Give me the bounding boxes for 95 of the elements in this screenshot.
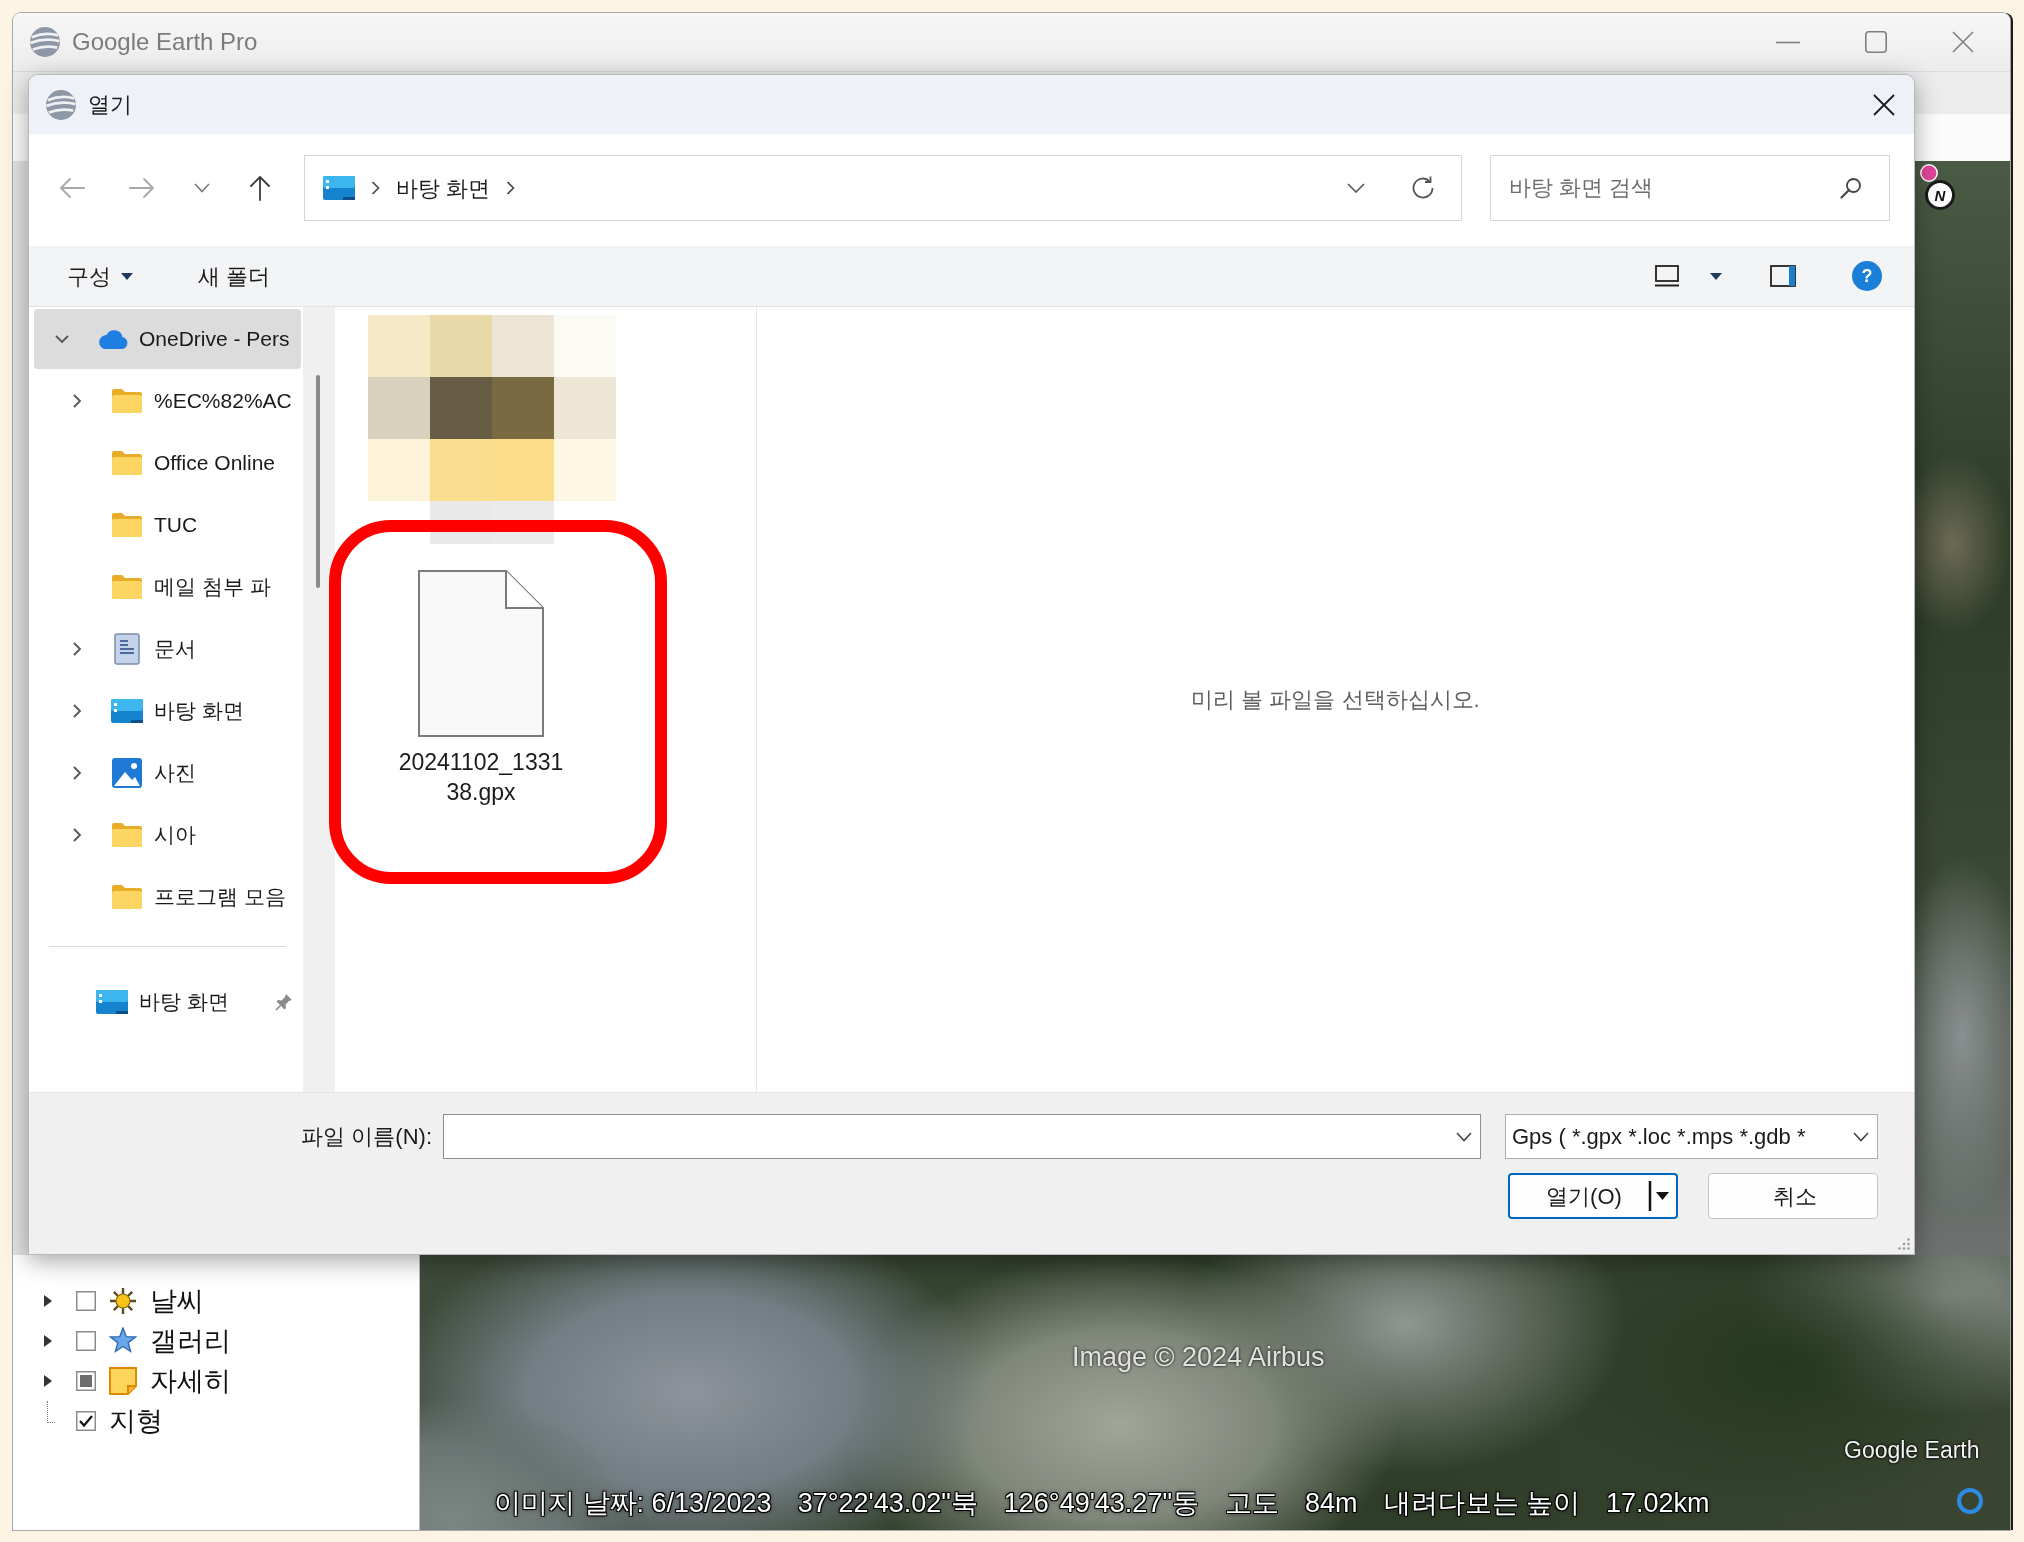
checkbox[interactable]: [76, 1331, 96, 1351]
nav-tree-item[interactable]: 시아: [34, 805, 301, 865]
nav-tree-item[interactable]: 메일 첨부 파: [34, 557, 301, 617]
chevron-right-icon[interactable]: [371, 180, 380, 196]
globe-icon: [46, 89, 76, 120]
logo-text: Google Earth: [1844, 1436, 1980, 1465]
preview-pane-icon[interactable]: [1770, 265, 1796, 287]
pin-icon[interactable]: [275, 993, 293, 1011]
satellite-map[interactable]: N: [1915, 161, 2010, 1255]
attribution-text: Image © 2024 Airbus: [1072, 1341, 1325, 1374]
cloud-icon: [96, 329, 128, 349]
nav-tree-item[interactable]: TUC: [34, 495, 301, 555]
nav-tree-item[interactable]: 문서: [34, 619, 301, 679]
document-icon: [114, 633, 140, 665]
chevron-down-icon[interactable]: [54, 334, 70, 344]
star-icon: [109, 1327, 137, 1355]
search-field[interactable]: 바탕 화면 검색: [1490, 155, 1890, 221]
chevron-right-icon[interactable]: [72, 641, 82, 657]
breadcrumb-item[interactable]: 바탕 화면: [396, 171, 491, 205]
folder-icon: [111, 822, 143, 848]
minimize-icon[interactable]: [1776, 40, 1800, 44]
desktop-icon: [96, 990, 128, 1014]
note-icon: [109, 1367, 137, 1395]
folder-icon: [111, 388, 143, 414]
nav-tree-item[interactable]: 프로그램 모음: [34, 867, 301, 927]
sun-icon: [109, 1287, 137, 1315]
nav-tree-item[interactable]: 바탕 화면: [34, 972, 301, 1032]
chevron-right-icon[interactable]: [72, 703, 82, 719]
ring-icon[interactable]: [1957, 1488, 1983, 1514]
status-text: 17.02km: [1606, 1487, 1710, 1520]
chevron-right-icon[interactable]: [72, 393, 82, 409]
expand-triangle-icon[interactable]: [44, 1295, 52, 1307]
chevron-right-icon[interactable]: [72, 827, 82, 843]
place-marker-icon: [1920, 164, 1938, 182]
status-text: 이미지 날짜: 6/13/2023: [494, 1487, 772, 1520]
dialog-title: 열기: [88, 91, 132, 119]
up-arrow-icon[interactable]: [249, 175, 271, 201]
nav-tree-item[interactable]: 사진: [34, 743, 301, 803]
command-button[interactable]: 구성: [57, 253, 143, 299]
chevron-right-icon[interactable]: [72, 765, 82, 781]
status-text: 84m: [1305, 1487, 1358, 1520]
dialog-button[interactable]: 열기(O): [1508, 1173, 1678, 1219]
preview-message: 미리 볼 파일을 선택하십시오.: [1191, 686, 1480, 714]
nav-tree-item[interactable]: OneDrive - Pers: [34, 309, 301, 369]
status-text: 고도: [1225, 1487, 1279, 1520]
file-name[interactable]: 20241102_133138.gpx: [394, 747, 568, 807]
folder-icon: [111, 574, 143, 600]
expand-triangle-icon[interactable]: [44, 1375, 52, 1387]
nav-tree-item[interactable]: %EC%82%AC: [34, 371, 301, 431]
dropdown-arrow-icon[interactable]: [1648, 1181, 1670, 1211]
file-icon[interactable]: [418, 570, 544, 737]
chevron-down-icon[interactable]: [1853, 1131, 1869, 1142]
folder-icon: [111, 450, 143, 476]
folder-icon: [111, 512, 143, 538]
chevron-down-icon[interactable]: [1456, 1132, 1472, 1142]
layer-name[interactable]: 지형: [109, 1400, 163, 1442]
expand-triangle-icon[interactable]: [44, 1335, 52, 1347]
file-type-dropdown[interactable]: Gps ( *.gpx *.loc *.mps *.gdb *: [1505, 1114, 1878, 1159]
status-text: 37°22'43.02"북: [797, 1487, 978, 1520]
layer-name[interactable]: 갤러리: [150, 1320, 231, 1362]
resize-grip-icon[interactable]: [1898, 1238, 1910, 1250]
status-text: 내려다보는 높이: [1383, 1487, 1581, 1520]
folder-icon: [111, 884, 143, 910]
desktop-icon: [111, 699, 143, 723]
dialog-button[interactable]: 취소: [1708, 1173, 1878, 1219]
scrollbar-thumb[interactable]: [316, 375, 320, 588]
file-name-field[interactable]: [443, 1114, 1481, 1159]
checkbox[interactable]: [76, 1291, 96, 1311]
compass-button[interactable]: N: [1925, 180, 1955, 210]
window-title: Google Earth Pro: [72, 27, 258, 57]
close-icon[interactable]: [1873, 93, 1895, 116]
chevron-right-icon[interactable]: [506, 180, 516, 196]
address-bar[interactable]: 바탕 화면: [304, 155, 1462, 221]
chevron-down-icon[interactable]: [1347, 183, 1365, 193]
chevron-down-icon[interactable]: [194, 183, 210, 193]
layer-name[interactable]: 자세히: [150, 1360, 231, 1402]
pixelated-thumbnail-drawing[interactable]: [368, 315, 616, 544]
view-icon[interactable]: [1655, 265, 1679, 287]
nav-tree-item[interactable]: 바탕 화면: [34, 681, 301, 741]
file-name-label: 파일 이름(N):: [301, 1123, 432, 1151]
caret-icon[interactable]: [1710, 272, 1722, 280]
globe-icon: [30, 27, 60, 57]
picture-icon: [112, 758, 142, 788]
checkbox[interactable]: [76, 1411, 96, 1431]
layer-name[interactable]: 날씨: [150, 1280, 204, 1322]
checkbox[interactable]: [76, 1371, 96, 1391]
help-button[interactable]: ?: [1852, 261, 1882, 291]
status-text: 126°49'43.27"동: [1003, 1487, 1199, 1520]
nav-tree-item[interactable]: Office Online: [34, 433, 301, 493]
search-icon[interactable]: [1840, 177, 1862, 199]
maximize-icon[interactable]: [1865, 31, 1887, 53]
refresh-icon[interactable]: [1411, 176, 1435, 200]
desktop-icon: [323, 176, 355, 200]
command-button[interactable]: 새 폴더: [188, 253, 281, 299]
satellite-map[interactable]: Image © 2024 Airbus Google Earth 이미지 날짜: 6/13/2023 37°22'43.02"북 126°49'43.27"동 고도 84m 내려다보는 높이 17.02km: [420, 1255, 2010, 1530]
